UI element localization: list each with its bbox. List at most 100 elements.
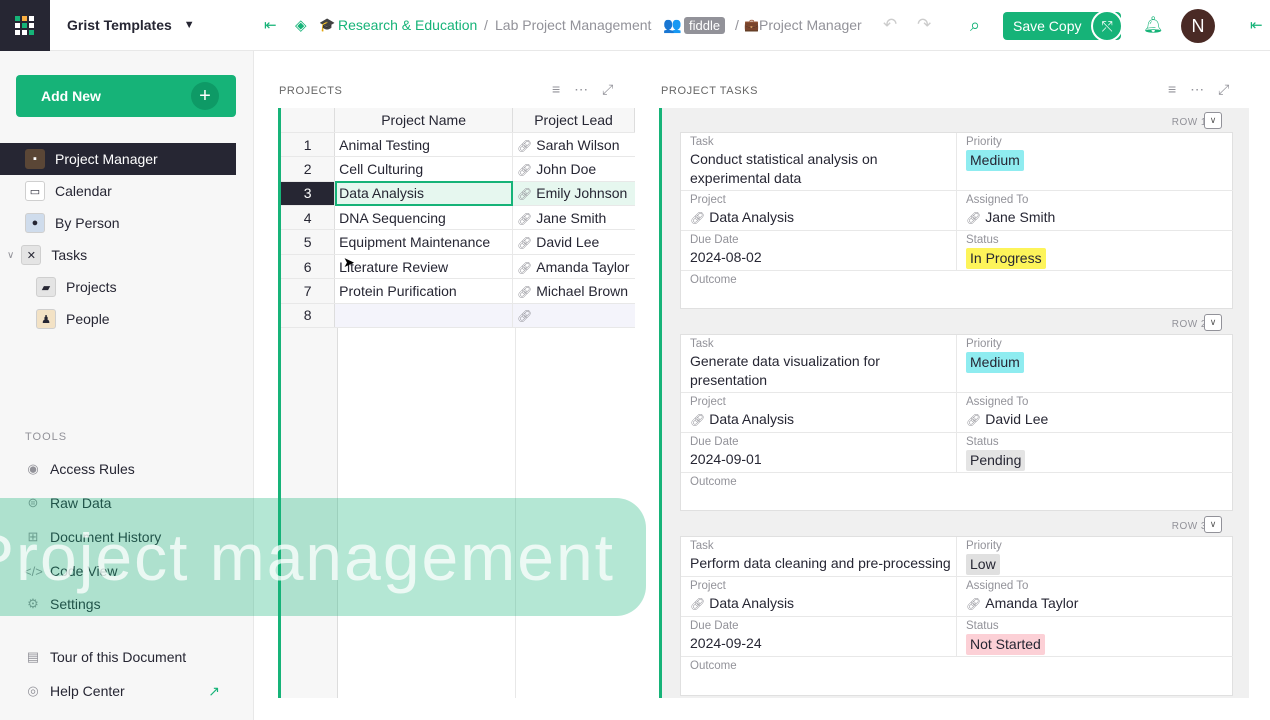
lead-value: David Lee bbox=[536, 234, 600, 251]
table-row[interactable]: 2 Cell Culturing 🔗︎ John Doe bbox=[281, 156, 635, 182]
search-icon[interactable]: ⌕ bbox=[970, 15, 980, 36]
collapse-right-icon[interactable]: ⇤ bbox=[1250, 16, 1263, 34]
access-rules-link[interactable]: ◉ Access Rules bbox=[24, 457, 134, 481]
table-header-row: Project Name Project Lead bbox=[281, 108, 635, 133]
collapse-left-icon[interactable]: ⇤ bbox=[264, 16, 277, 34]
column-header-project-name[interactable]: Project Name bbox=[334, 108, 514, 133]
field-project[interactable]: Project 🔗︎ Data Analysis bbox=[681, 577, 957, 617]
table-row[interactable]: 5 Equipment Maintenance 🔗︎ David Lee bbox=[281, 229, 635, 255]
page-people[interactable]: ♟ People bbox=[0, 303, 236, 335]
field-task[interactable]: Task Perform data cleaning and pre-proces… bbox=[681, 537, 957, 577]
row-number[interactable]: 6 bbox=[281, 254, 336, 280]
page-projects[interactable]: ▰ Projects bbox=[0, 271, 236, 303]
cell-project-lead[interactable]: 🔗︎ Amanda Taylor bbox=[512, 254, 635, 280]
cell-project-name[interactable]: Cell Culturing bbox=[334, 156, 514, 182]
more-icon[interactable]: ⋯ bbox=[1190, 81, 1218, 97]
field-due-date[interactable]: Due Date 2024-09-24 bbox=[681, 617, 957, 657]
cell-project-name[interactable]: Animal Testing bbox=[334, 132, 514, 158]
cell-project-lead[interactable]: 🔗︎ Michael Brown bbox=[512, 278, 635, 304]
column-header-project-lead[interactable]: Project Lead bbox=[512, 108, 635, 133]
help-center-link[interactable]: ◎ Help Center ↗ bbox=[24, 679, 220, 703]
row-number[interactable]: 5 bbox=[281, 229, 336, 255]
cell-project-lead[interactable]: 🔗︎ John Doe bbox=[512, 156, 635, 182]
field-task[interactable]: Task Generate data visualization for pres… bbox=[681, 335, 957, 393]
row-number[interactable]: 2 bbox=[281, 156, 336, 182]
link-icon: 🔗︎ bbox=[517, 284, 533, 299]
cell-project-lead[interactable]: 🔗︎ David Lee bbox=[512, 229, 635, 255]
cell-project-name[interactable]: Equipment Maintenance bbox=[334, 229, 514, 255]
field-label: Priority bbox=[966, 338, 1002, 350]
row-number[interactable]: 8 bbox=[281, 303, 336, 329]
field-label: Project bbox=[690, 194, 726, 206]
sort-filter-icon[interactable]: ≡ bbox=[552, 81, 574, 97]
field-outcome[interactable]: Outcome bbox=[681, 271, 1233, 309]
page-calendar[interactable]: ▭ Calendar bbox=[0, 175, 236, 207]
table-row[interactable]: 7 Protein Purification 🔗︎ Michael Brown bbox=[281, 278, 635, 304]
grist-logo[interactable] bbox=[0, 0, 50, 51]
field-assigned-to[interactable]: Assigned To 🔗︎ Jane Smith bbox=[957, 191, 1233, 231]
expand-icon[interactable]: ⤢ bbox=[602, 81, 627, 97]
cell-project-name[interactable]: Protein Purification bbox=[334, 278, 514, 304]
undo-icon[interactable]: ↶ bbox=[883, 15, 897, 35]
field-project[interactable]: Project 🔗︎ Data Analysis bbox=[681, 191, 957, 231]
cell-project-name[interactable]: DNA Sequencing bbox=[334, 205, 514, 231]
field-priority[interactable]: Priority Medium bbox=[957, 335, 1233, 393]
cell-project-name[interactable]: Literature Review bbox=[334, 254, 514, 280]
page-tasks[interactable]: ∨ ✕ Tasks bbox=[0, 239, 236, 271]
add-new-button[interactable]: Add New + bbox=[16, 75, 236, 117]
chevron-down-icon[interactable]: ∨ bbox=[1204, 112, 1222, 129]
avatar[interactable]: N bbox=[1181, 9, 1215, 43]
field-priority[interactable]: Priority Medium bbox=[957, 133, 1233, 191]
task-card[interactable]: Task Conduct statistical analysis on expe… bbox=[680, 132, 1233, 309]
bell-icon[interactable]: 🔔︎ bbox=[1143, 15, 1163, 35]
cell-project-lead[interactable]: 🔗︎ Sarah Wilson bbox=[512, 132, 635, 158]
cell-project-name[interactable]: Data Analysis bbox=[334, 181, 514, 207]
field-outcome[interactable]: Outcome bbox=[681, 657, 1233, 695]
caption-overlay: Project management bbox=[0, 498, 646, 616]
table-row[interactable]: 6 Literature Review 🔗︎ Amanda Taylor bbox=[281, 254, 635, 280]
cell-project-lead[interactable]: 🔗︎ bbox=[512, 303, 635, 329]
field-due-date[interactable]: Due Date 2024-09-01 bbox=[681, 433, 957, 473]
field-status[interactable]: Status Pending bbox=[957, 433, 1233, 473]
share-icon[interactable]: ⤲ bbox=[1091, 10, 1123, 42]
field-outcome[interactable]: Outcome bbox=[681, 473, 1233, 511]
fiddle-badge: fiddle bbox=[684, 17, 726, 34]
org-selector[interactable]: Grist Templates ▼ bbox=[50, 0, 254, 51]
task-card[interactable]: Task Perform data cleaning and pre-proces… bbox=[680, 536, 1233, 696]
field-task[interactable]: Task Conduct statistical analysis on expe… bbox=[681, 133, 957, 191]
field-status[interactable]: Status Not Started bbox=[957, 617, 1233, 657]
table-row[interactable]: 4 DNA Sequencing 🔗︎ Jane Smith bbox=[281, 205, 635, 231]
cell-project-name[interactable] bbox=[334, 303, 514, 329]
row-number[interactable]: 3 bbox=[281, 181, 336, 207]
tour-link[interactable]: ▤ Tour of this Document bbox=[24, 645, 186, 669]
row-number[interactable]: 1 bbox=[281, 132, 336, 158]
row-number[interactable]: 7 bbox=[281, 278, 336, 304]
expand-icon[interactable]: ⤢ bbox=[1218, 81, 1243, 97]
breadcrumb-workspace[interactable]: Research & Education bbox=[338, 17, 477, 33]
redo-icon[interactable]: ↷ bbox=[917, 15, 931, 35]
field-project[interactable]: Project 🔗︎ Data Analysis bbox=[681, 393, 957, 433]
person-icon: ● bbox=[25, 213, 45, 233]
breadcrumb-doc[interactable]: Lab Project Management bbox=[495, 17, 651, 33]
chevron-down-icon[interactable]: ∨ bbox=[7, 250, 14, 261]
cell-project-lead[interactable]: 🔗︎ Jane Smith bbox=[512, 205, 635, 231]
field-priority[interactable]: Priority Low bbox=[957, 537, 1233, 577]
table-row[interactable]: 1 Animal Testing 🔗︎ Sarah Wilson bbox=[281, 132, 635, 158]
field-assigned-to[interactable]: Assigned To 🔗︎ Amanda Taylor bbox=[957, 577, 1233, 617]
breadcrumb-page[interactable]: Project Manager bbox=[759, 17, 862, 33]
table-row-selected[interactable]: 3 Data Analysis 🔗︎ Emily Johnson bbox=[281, 181, 635, 207]
page-by-person[interactable]: ● By Person bbox=[0, 207, 236, 239]
table-row-new[interactable]: 8 🔗︎ bbox=[281, 303, 635, 329]
chevron-down-icon[interactable]: ∨ bbox=[1204, 314, 1222, 331]
page-project-manager[interactable]: ▪ Project Manager bbox=[0, 143, 236, 175]
corner-cell[interactable] bbox=[281, 108, 336, 133]
sort-filter-icon[interactable]: ≡ bbox=[1168, 81, 1190, 97]
cell-project-lead[interactable]: 🔗︎ Emily Johnson bbox=[512, 181, 635, 207]
row-number[interactable]: 4 bbox=[281, 205, 336, 231]
field-status[interactable]: Status In Progress bbox=[957, 231, 1233, 271]
field-assigned-to[interactable]: Assigned To 🔗︎ David Lee bbox=[957, 393, 1233, 433]
field-due-date[interactable]: Due Date 2024-08-02 bbox=[681, 231, 957, 271]
more-icon[interactable]: ⋯ bbox=[574, 81, 602, 97]
task-card[interactable]: Task Generate data visualization for pres… bbox=[680, 334, 1233, 511]
chevron-down-icon[interactable]: ∨ bbox=[1204, 516, 1222, 533]
